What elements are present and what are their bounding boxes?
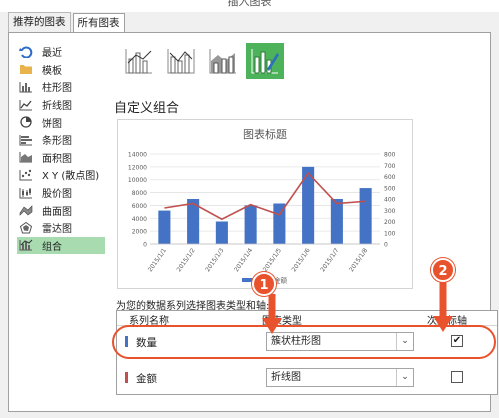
annotation-arrows — [262, 280, 453, 334]
step-badge-2: 2 — [431, 258, 455, 282]
step-badge-1: 1 — [252, 272, 276, 296]
